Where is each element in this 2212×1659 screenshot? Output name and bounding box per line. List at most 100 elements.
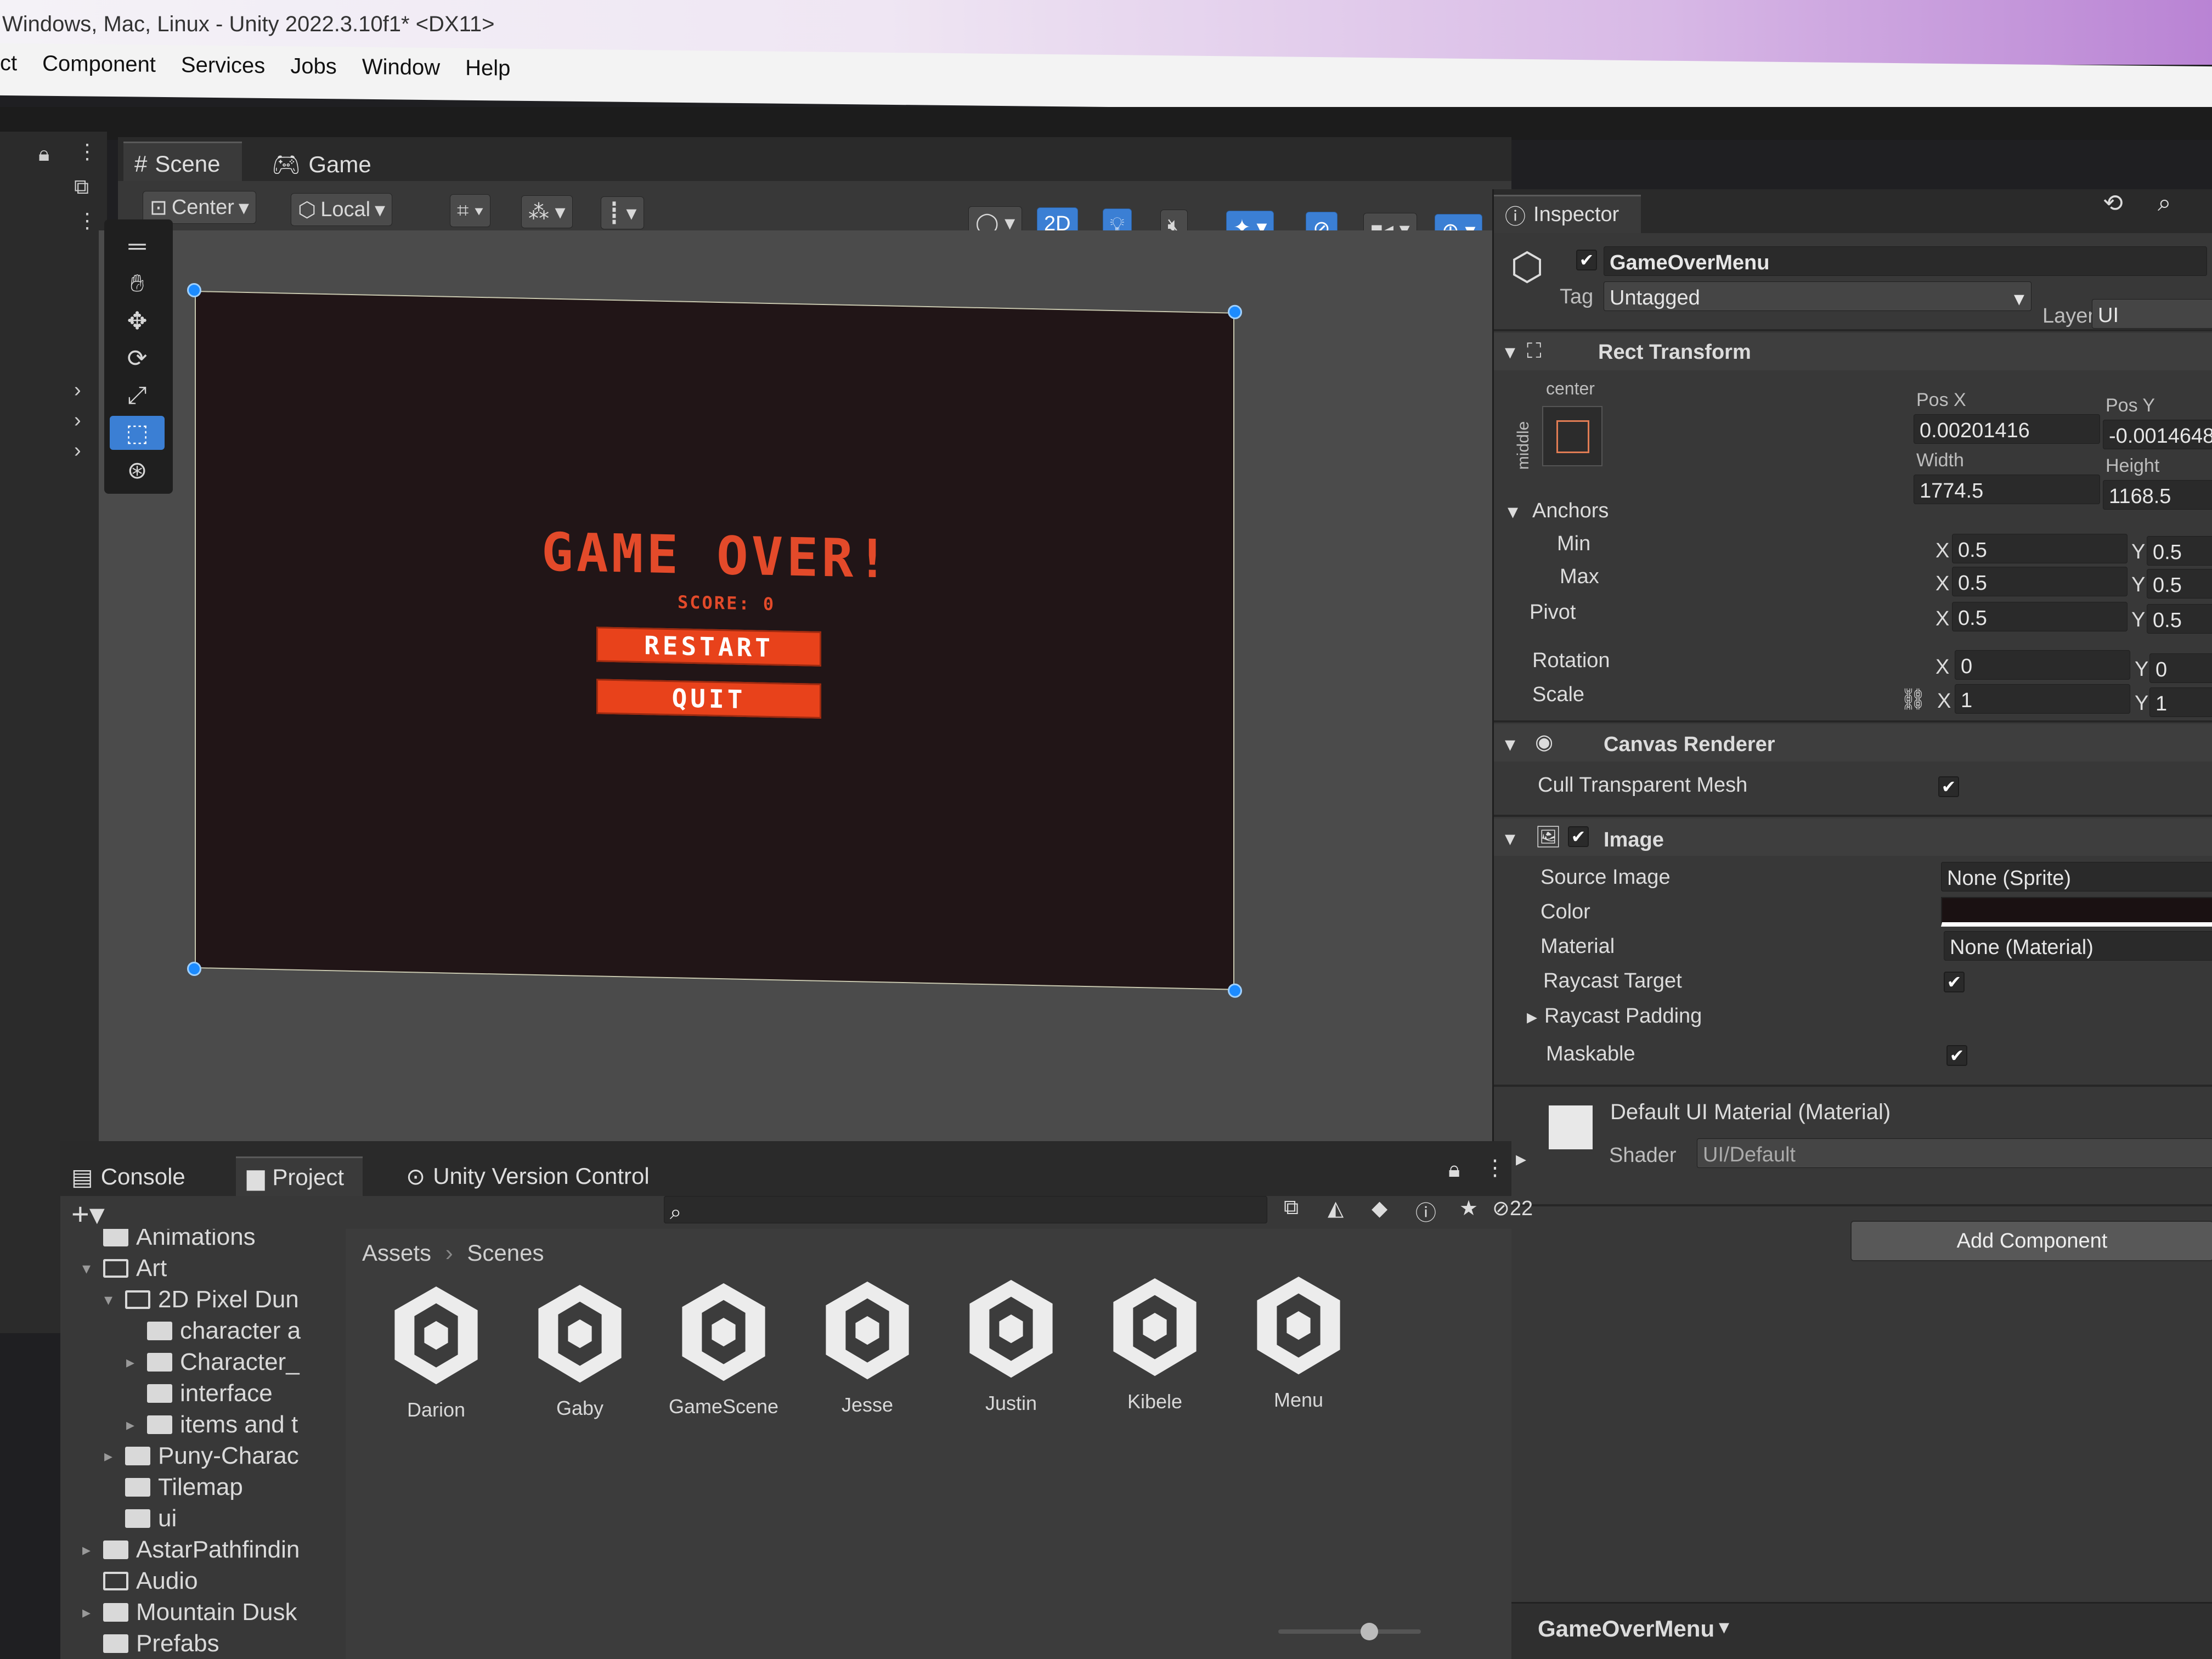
folder-tree-item[interactable]: character a <box>126 1317 301 1345</box>
foldout-arrow-icon[interactable]: ▸ <box>126 1415 139 1435</box>
rotation-y-field[interactable]: 0 <box>2149 653 2212 683</box>
folder-tree-item[interactable]: Tilemap <box>104 1474 243 1501</box>
hand-tool-icon[interactable]: ✋︎ <box>110 267 165 301</box>
tab-game[interactable]: 🎮︎ Game <box>272 145 371 184</box>
search-type-icon[interactable]: ⧉ <box>1284 1196 1299 1220</box>
scale-x-field[interactable]: 1 <box>1955 684 2130 714</box>
image-header[interactable]: ▾ 🖼︎ ✔ Image <box>1494 819 2212 856</box>
rect-handle-bottom-left[interactable] <box>187 961 201 977</box>
height-field[interactable]: 1168.5 <box>2103 480 2212 510</box>
pivot-x-field[interactable]: 0.5 <box>1952 602 2128 631</box>
foldout-arrow-icon[interactable]: ▾ <box>104 1290 117 1310</box>
foldout-arrow-icon[interactable]: ▸ <box>1516 1147 1526 1171</box>
menu-item-services[interactable]: Services <box>181 53 265 98</box>
foldout-arrow-icon[interactable]: ▸ <box>82 1541 95 1560</box>
search-icon[interactable]: ⌕ <box>2158 189 2171 217</box>
chevron-right-icon[interactable]: › <box>74 379 81 402</box>
foldout-arrow-icon[interactable]: ▾ <box>1508 499 1518 524</box>
constrain-proportions-icon[interactable]: ⛓︎ <box>1900 687 1926 712</box>
more-icon[interactable]: ⋮ <box>1484 1155 1506 1181</box>
color-swatch[interactable] <box>1941 897 2212 927</box>
folder-tree-item[interactable]: ▸ items and t <box>126 1411 298 1438</box>
grid-visibility-button[interactable]: ⁂ ▾ <box>521 195 573 228</box>
scale-y-field[interactable]: 1 <box>2149 687 2212 717</box>
increment-snap-button[interactable]: ┋ ▾ <box>601 196 644 229</box>
zoom-slider[interactable] <box>1278 1623 1421 1640</box>
menu-item-edit-partial[interactable]: ct <box>0 51 17 95</box>
pivot-dropdown[interactable]: ⊡ Center ▾ <box>143 191 256 224</box>
tab-inspector[interactable]: ⓘ Inspector <box>1494 195 1641 233</box>
space-dropdown[interactable]: ⬡ Local ▾ <box>291 193 393 226</box>
rotation-x-field[interactable]: 0 <box>1955 650 2130 680</box>
lock-icon[interactable]: 🔒︎ <box>38 143 49 166</box>
folder-tree-item[interactable]: Prefabs <box>82 1630 219 1657</box>
canvas-renderer-header[interactable]: ▾ ◉ Canvas Renderer <box>1494 724 2212 761</box>
foldout-arrow-icon[interactable]: ▾ <box>82 1259 95 1278</box>
lock-icon[interactable]: 🔒︎ <box>1448 1158 1460 1182</box>
folder-tree-item[interactable]: ▸ Puny-Charac <box>104 1442 299 1470</box>
menu-item-help[interactable]: Help <box>465 56 510 101</box>
hidden-packages-toggle[interactable]: ⊘22 <box>1492 1196 1533 1221</box>
foldout-arrow-icon[interactable]: ▸ <box>126 1353 139 1372</box>
pos-y-field[interactable]: -0.0014648 <box>2103 420 2212 449</box>
game-over-canvas[interactable]: GAME OVER! SCORE: 0 RESTART QUIT <box>187 283 1242 998</box>
tag-dropdown[interactable]: Untagged ▾ <box>1604 281 2032 311</box>
rotate-tool-icon[interactable]: ⟳ <box>110 341 165 375</box>
add-component-button[interactable]: Add Component <box>1850 1221 2212 1261</box>
foldout-arrow-icon[interactable]: ▸ <box>104 1447 117 1466</box>
object-name-field[interactable]: GameOverMenu <box>1604 246 2207 276</box>
anchor-min-y-field[interactable]: 0.5 <box>2147 536 2212 566</box>
drag-handle-icon[interactable]: ═ <box>110 229 165 263</box>
rect-handle-top-left[interactable] <box>187 283 201 298</box>
foldout-arrow-icon[interactable]: ▸ <box>82 1603 95 1622</box>
restart-button[interactable]: RESTART <box>596 627 821 667</box>
zoom-slider-thumb[interactable] <box>1361 1623 1378 1640</box>
scale-tool-icon[interactable]: ⤢ <box>110 379 165 413</box>
image-enabled-checkbox[interactable]: ✔ <box>1568 826 1589 847</box>
filter-by-label-icon[interactable]: ◆ <box>1372 1196 1387 1221</box>
tab-scene[interactable]: # Scene <box>123 142 242 184</box>
chevron-right-icon[interactable]: › <box>74 409 81 432</box>
chevron-right-icon[interactable]: › <box>74 439 81 462</box>
chevron-down-icon[interactable]: ▾ <box>1719 1615 1729 1639</box>
move-tool-icon[interactable]: ✥ <box>110 304 165 338</box>
folder-tree-item[interactable]: ▸ AstarPathfindin <box>82 1536 300 1564</box>
maskable-checkbox[interactable]: ✔ <box>1946 1045 1967 1066</box>
folder-tree-item[interactable]: ▸ Character_ <box>126 1348 300 1376</box>
source-image-field[interactable]: None (Sprite) <box>1941 862 2212 891</box>
folder-tree-item[interactable]: ▾ 2D Pixel Dun <box>104 1286 299 1313</box>
rect-tool-icon[interactable]: ⬚ <box>110 416 165 450</box>
active-checkbox[interactable]: ✔ <box>1576 250 1597 270</box>
anchors-label[interactable]: Anchors <box>1532 499 1609 523</box>
anchor-max-x-field[interactable]: 0.5 <box>1952 567 2128 596</box>
folder-tree-item[interactable]: interface <box>126 1380 273 1407</box>
transform-tool-icon[interactable]: ⊛ <box>110 453 165 487</box>
project-search-input[interactable]: ⌕ <box>664 1196 1267 1223</box>
breadcrumb-scenes[interactable]: Scenes <box>467 1240 544 1266</box>
folder-tree-item[interactable]: ▾ Art <box>82 1255 167 1282</box>
anchor-min-x-field[interactable]: 0.5 <box>1952 534 2128 563</box>
scene-asset[interactable]: Justin <box>951 1274 1071 1415</box>
raycast-target-checkbox[interactable]: ✔ <box>1944 972 1965 992</box>
menu-item-jobs[interactable]: Jobs <box>290 54 337 99</box>
pos-x-field[interactable]: 0.00201416 <box>1914 414 2100 444</box>
scene-asset[interactable]: Menu <box>1238 1271 1359 1412</box>
folder-tree-item[interactable]: Audio <box>82 1567 198 1595</box>
material-field[interactable]: None (Material) <box>1944 931 2212 961</box>
raycast-padding-label[interactable]: Raycast Padding <box>1544 1005 1702 1028</box>
warning-icon[interactable]: ⓘ <box>1415 1196 1436 1226</box>
menu-item-component[interactable]: Component <box>42 52 156 97</box>
grid-snap-button[interactable]: ⌗ ▾ <box>450 194 490 227</box>
filter-by-type-icon[interactable]: ◭ <box>1328 1196 1344 1221</box>
foldout-arrow-icon[interactable]: ▸ <box>1527 1005 1537 1029</box>
breadcrumb-assets[interactable]: Assets <box>362 1240 431 1266</box>
scene-asset[interactable]: Jesse <box>807 1276 928 1417</box>
tab-unity-version-control[interactable]: ⊙ Unity Version Control <box>406 1156 650 1196</box>
pivot-y-field[interactable]: 0.5 <box>2147 604 2212 634</box>
cull-transparent-mesh-checkbox[interactable]: ✔ <box>1938 776 1959 797</box>
overlay-icon[interactable]: ⧉ <box>74 176 89 199</box>
scene-asset[interactable]: Kibele <box>1094 1273 1215 1413</box>
anchor-preset-button[interactable] <box>1542 406 1602 466</box>
folder-tree-item[interactable]: Animations <box>82 1229 256 1251</box>
history-icon[interactable]: ⟲ <box>2103 189 2123 217</box>
